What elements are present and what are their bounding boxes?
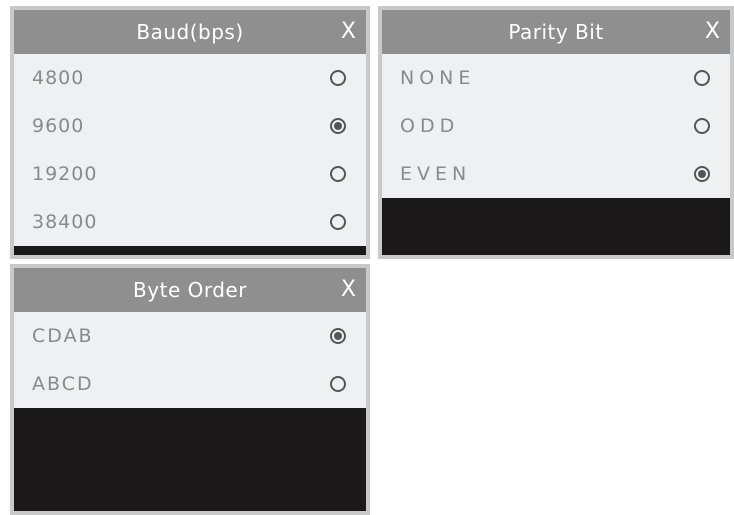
parity-panel: Parity Bit X NONE ODD EVEN (378, 6, 734, 259)
baud-panel: Baud(bps) X 4800 9600 19200 38400 (10, 6, 370, 259)
parity-option-label: ODD (400, 115, 460, 137)
byte-order-option-cdab[interactable]: CDAB (14, 312, 366, 360)
baud-titlebar: Baud(bps) X (14, 10, 366, 54)
parity-option-label: NONE (400, 67, 476, 89)
baud-options: 4800 9600 19200 38400 (14, 54, 366, 246)
baud-panel-body: Baud(bps) X 4800 9600 19200 38400 (14, 10, 366, 255)
parity-options: NONE ODD EVEN (382, 54, 730, 198)
baud-option-19200[interactable]: 19200 (14, 150, 366, 198)
radio-unselected-icon[interactable] (330, 70, 346, 86)
byte-order-option-label: CDAB (32, 325, 94, 347)
baud-option-label: 38400 (32, 211, 98, 233)
radio-unselected-icon[interactable] (330, 376, 346, 392)
byte-order-option-label: ABCD (32, 373, 94, 395)
parity-option-even[interactable]: EVEN (382, 150, 730, 198)
byte-order-title: Byte Order (133, 278, 247, 302)
parity-close-button[interactable]: X (705, 10, 720, 54)
baud-option-4800[interactable]: 4800 (14, 54, 366, 102)
radio-dot-icon (698, 170, 706, 178)
parity-option-label: EVEN (400, 163, 472, 185)
parity-titlebar: Parity Bit X (382, 10, 730, 54)
baud-option-38400[interactable]: 38400 (14, 198, 366, 246)
radio-dot-icon (334, 332, 342, 340)
radio-dot-icon (334, 122, 342, 130)
parity-panel-body: Parity Bit X NONE ODD EVEN (382, 10, 730, 255)
radio-unselected-icon[interactable] (330, 166, 346, 182)
radio-selected-icon[interactable] (330, 118, 346, 134)
byte-order-options: CDAB ABCD (14, 312, 366, 408)
radio-selected-icon[interactable] (694, 166, 710, 182)
baud-option-label: 4800 (32, 67, 85, 89)
radio-selected-icon[interactable] (330, 328, 346, 344)
radio-unselected-icon[interactable] (694, 118, 710, 134)
baud-option-label: 9600 (32, 115, 85, 137)
baud-option-label: 19200 (32, 163, 98, 185)
baud-title: Baud(bps) (136, 20, 244, 44)
radio-unselected-icon[interactable] (330, 214, 346, 230)
byte-order-panel: Byte Order X CDAB ABCD (10, 264, 370, 515)
radio-unselected-icon[interactable] (694, 70, 710, 86)
baud-close-button[interactable]: X (341, 10, 356, 54)
parity-title: Parity Bit (508, 20, 604, 44)
byte-order-close-button[interactable]: X (341, 268, 356, 312)
parity-option-odd[interactable]: ODD (382, 102, 730, 150)
byte-order-titlebar: Byte Order X (14, 268, 366, 312)
parity-option-none[interactable]: NONE (382, 54, 730, 102)
byte-order-option-abcd[interactable]: ABCD (14, 360, 366, 408)
byte-order-panel-body: Byte Order X CDAB ABCD (14, 268, 366, 511)
baud-option-9600[interactable]: 9600 (14, 102, 366, 150)
